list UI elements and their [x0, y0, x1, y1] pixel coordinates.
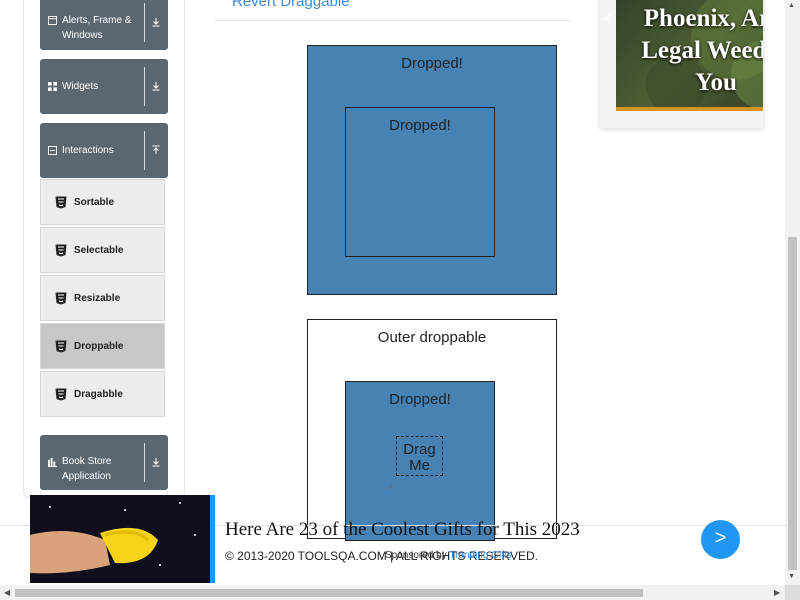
outer-droppable-caption: Outer droppable: [377, 329, 487, 346]
scroll-right-icon[interactable]: ▶: [774, 588, 780, 597]
window-icon: [48, 16, 57, 25]
sidebar-group-book-store[interactable]: Book Store Application: [40, 435, 168, 490]
scroll-up-icon[interactable]: ▲: [788, 2, 795, 9]
checkmark-icon: ✓: [387, 482, 395, 492]
revert-draggable-tab[interactable]: Revert Draggable: [232, 0, 350, 10]
page: Alerts, Frame & Windows Widgets Interacti…: [0, 0, 800, 600]
vertical-scrollbar-thumb[interactable]: [788, 237, 797, 570]
right-advertisement[interactable]: Phoenix, ArizLegal Weed DYou ◀: [600, 0, 763, 128]
sidebar-group-label: Interactions: [62, 145, 114, 156]
sidebar-item-sortable[interactable]: Sortable: [40, 179, 165, 225]
sidebar-item-label: Selectable: [74, 245, 124, 256]
sidebar-item-resizable[interactable]: Resizable: [40, 275, 165, 321]
collapse-icon: [48, 146, 57, 155]
ad-next-button[interactable]: >: [701, 520, 740, 559]
html5-icon: [55, 340, 67, 353]
horizontal-scrollbar-thumb[interactable]: [15, 589, 643, 597]
divider: [144, 131, 145, 170]
scrollbar-corner: [785, 585, 800, 600]
download-arrow-icon[interactable]: [150, 80, 162, 92]
ad-headline: Phoenix, ArizLegal Weed DYou: [641, 5, 763, 96]
inner-droppable-caption: Dropped!: [389, 391, 451, 408]
outer-droppable-caption: Dropped!: [401, 55, 463, 72]
html5-icon: [55, 244, 67, 257]
sidebar-item-dragabble[interactable]: Dragabble: [40, 371, 165, 417]
sidebar-group-label: Widgets: [62, 81, 99, 92]
divider: [144, 67, 145, 106]
sidebar-item-label: Dragabble: [74, 389, 123, 400]
sidebar-group-interactions[interactable]: Interactions: [40, 123, 168, 178]
ad-headline[interactable]: Here Are 23 of the Coolest Gifts for Thi…: [225, 519, 580, 541]
html5-icon: [55, 196, 67, 209]
scroll-down-icon[interactable]: ▼: [788, 573, 795, 580]
sidebar-group-label: Book Store Application: [62, 456, 112, 482]
sidebar-item-selectable[interactable]: Selectable: [40, 227, 165, 273]
divider: [144, 443, 145, 482]
sidebar-item-label: Droppable: [74, 341, 124, 352]
ad-image: Phoenix, ArizLegal Weed DYou: [616, 0, 763, 111]
html5-icon: [55, 292, 67, 305]
download-arrow-icon[interactable]: [150, 16, 162, 28]
sidebar-group-alerts-frame-windows[interactable]: Alerts, Frame & Windows: [40, 0, 168, 50]
gift-product-image: [30, 502, 196, 574]
bottom-advertisement[interactable]: Here Are 23 of the Coolest Gifts for Thi…: [30, 495, 785, 583]
divider: [144, 3, 145, 42]
sponsored-label: Sponsored by Trending Gifts: [385, 550, 512, 561]
ad-thumbnail: [30, 495, 210, 583]
divider: [215, 20, 571, 21]
download-arrow-icon[interactable]: [150, 456, 162, 468]
inner-droppable-box[interactable]: Dropped!: [345, 107, 495, 257]
ad-accent-bar: [210, 495, 215, 583]
book-chart-icon: [48, 458, 57, 467]
drag-me-box[interactable]: Drag Me: [396, 436, 443, 476]
html5-icon: [55, 388, 67, 401]
grid-icon: [48, 82, 57, 91]
sidebar-group-label: Alerts, Frame & Windows: [62, 15, 132, 41]
scroll-left-icon[interactable]: ◀: [4, 588, 10, 597]
upload-arrow-icon[interactable]: [150, 144, 162, 156]
sponsor-link[interactable]: Trending Gifts: [449, 550, 511, 561]
sidebar-item-label: Sortable: [74, 197, 115, 208]
sidebar-item-droppable[interactable]: Droppable: [40, 323, 165, 369]
chevron-left-icon: ◀: [600, 9, 611, 25]
sidebar-item-label: Resizable: [74, 293, 121, 304]
sidebar-group-widgets[interactable]: Widgets: [40, 59, 168, 114]
inner-droppable-caption: Dropped!: [389, 117, 451, 134]
